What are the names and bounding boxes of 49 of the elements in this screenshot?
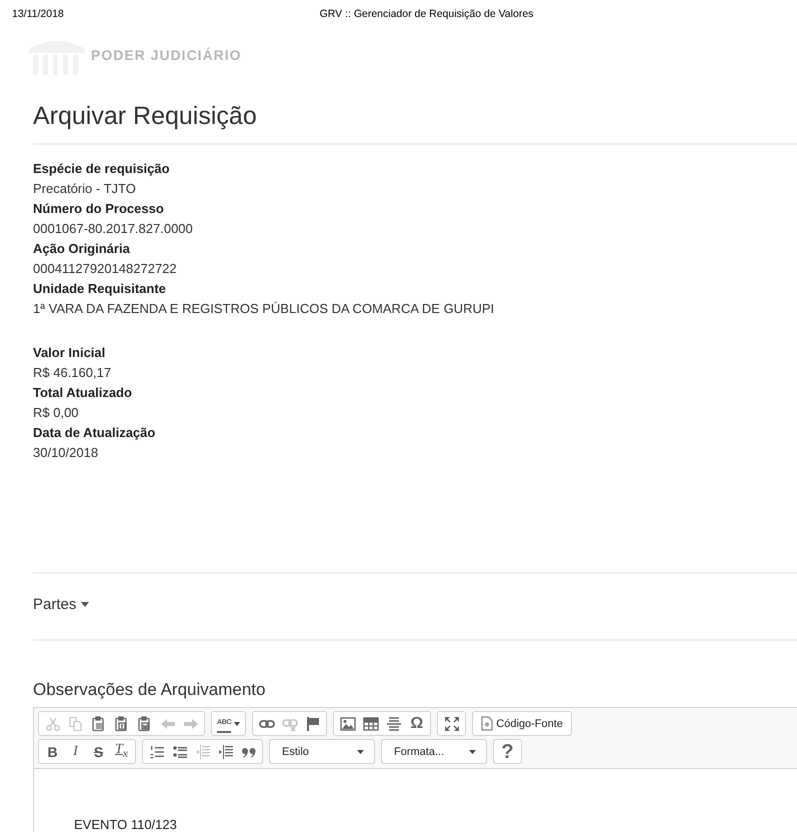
editor-text: EVENTO 110/123 — [74, 817, 178, 832]
section-heading: Observações de Arquivamento — [33, 679, 266, 701]
toolbar-button[interactable]: B — [41, 740, 64, 763]
document-icon — [481, 716, 494, 731]
outdent-icon — [194, 744, 210, 760]
copy-icon — [68, 716, 84, 732]
caret-icon — [357, 750, 364, 754]
paste-word-icon — [136, 716, 152, 732]
field-label: Total Atualizado — [33, 384, 133, 402]
caret-icon — [469, 750, 476, 754]
toolbar-button[interactable]: S — [87, 740, 110, 763]
image-icon — [340, 716, 356, 732]
scissors-icon — [44, 716, 60, 732]
toolbar-button[interactable]: ? — [496, 740, 519, 763]
format-dropdown[interactable]: Estilo — [272, 740, 372, 763]
field-value: 1ª VARA DA FAZENDA E REGISTROS PÚBLICOS DA COMARCA DE GURUPI — [33, 300, 496, 318]
field-value: R$ 0,00 — [33, 404, 80, 422]
field-label: Número do Processo — [33, 200, 165, 218]
caret-icon — [234, 722, 240, 726]
field-label: Valor Inicial — [33, 344, 106, 362]
parties-toggle[interactable]: Partes — [33, 590, 90, 619]
field-label: Data de Atualização — [33, 424, 156, 442]
page-title: Arquivar Requisição — [33, 101, 258, 131]
paste-icon — [90, 716, 106, 732]
print-date: 13/11/2018 — [12, 8, 65, 22]
logo-title: PODER JUDICIÁRIO — [91, 47, 242, 63]
horizontal-lines-icon — [386, 716, 402, 732]
toolbar-button[interactable]: I — [64, 740, 87, 763]
source-button[interactable]: Código-Fonte — [475, 712, 569, 735]
numbered-list-icon — [148, 744, 164, 760]
field-value: 00041127920148272722 — [33, 260, 178, 278]
toolbar-button[interactable]: T$_{x}$ — [110, 740, 133, 763]
field-value: Precatório - TJTO — [33, 180, 137, 198]
table-icon — [362, 716, 379, 732]
print-title: GRV :: Gerenciador de Requisição de Valores — [320, 8, 534, 22]
format-dropdown[interactable]: Formata... — [384, 740, 484, 763]
caret-icon — [81, 602, 90, 607]
indent-icon — [218, 744, 234, 760]
field-value: R$ 46.160,17 — [33, 364, 112, 382]
field-label: Ação Originária — [33, 240, 131, 258]
field-value: 0001067-80.2017.827.0000 — [33, 220, 194, 238]
paste-text-icon — [114, 716, 130, 732]
flag-icon — [304, 716, 321, 732]
maximize-icon — [444, 716, 460, 732]
field-value: 30/10/2018 — [33, 444, 100, 462]
toolbar-button[interactable]: Ω — [405, 712, 428, 735]
bulleted-list-icon — [172, 744, 188, 760]
field-label: Unidade Requisitante — [33, 280, 167, 298]
field-label: Espécie de requisição — [33, 160, 171, 178]
